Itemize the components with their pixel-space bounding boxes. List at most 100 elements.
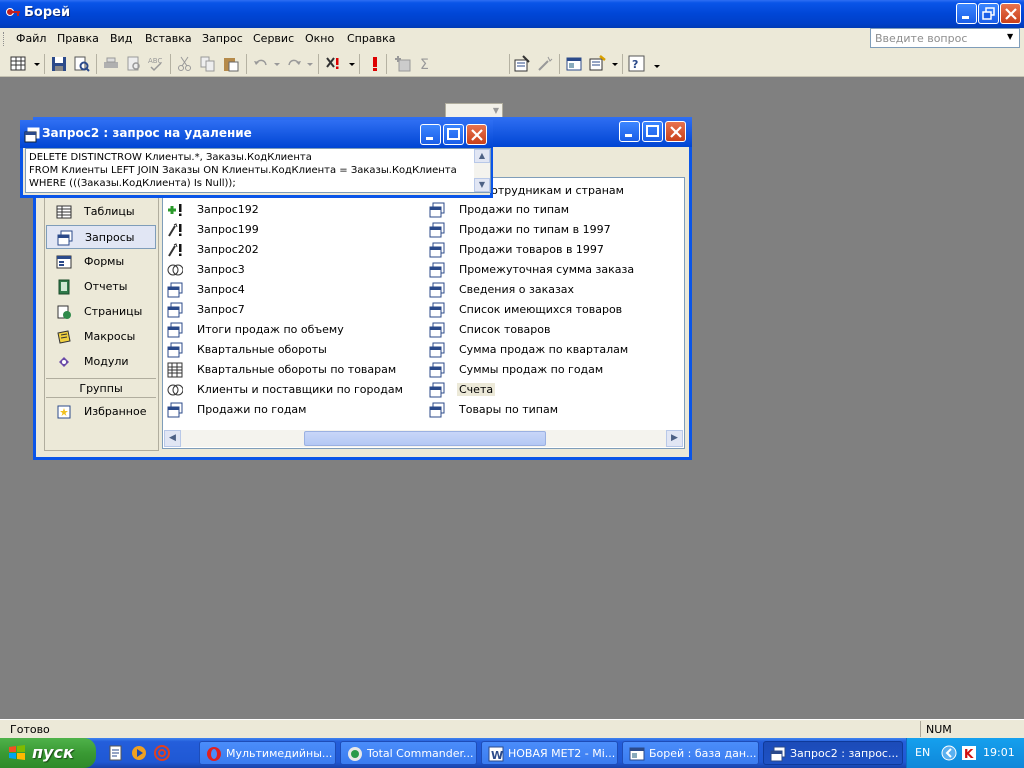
horizontal-scrollbar[interactable]: ◀ ▶ xyxy=(164,430,683,447)
select-query-icon xyxy=(167,402,183,418)
nav-macros[interactable]: Макросы xyxy=(46,325,156,349)
db-close-button[interactable] xyxy=(665,121,686,142)
close-button[interactable] xyxy=(1000,3,1021,24)
query-maximize-button[interactable] xyxy=(443,124,464,145)
toolbar-separator xyxy=(246,54,247,74)
clock[interactable]: 19:01 xyxy=(983,746,1015,759)
minimize-button[interactable] xyxy=(956,3,977,24)
toolbar-separator xyxy=(622,54,623,74)
menu-query[interactable]: Запрос xyxy=(202,32,243,45)
search-file-icon[interactable] xyxy=(73,55,91,73)
close-icon xyxy=(471,129,483,141)
help-icon[interactable]: ? xyxy=(628,55,646,73)
ask-question-placeholder: Введите вопрос xyxy=(875,32,968,45)
windows-flag-icon xyxy=(9,745,25,760)
print-icon[interactable] xyxy=(102,55,120,73)
ask-dropdown-icon[interactable]: ▼ xyxy=(1007,32,1017,44)
query-type-dropdown-icon[interactable] xyxy=(343,55,355,73)
nav-forms[interactable]: Формы xyxy=(46,250,156,274)
print-preview-icon[interactable] xyxy=(125,55,143,73)
undo-dropdown-icon[interactable] xyxy=(268,55,280,73)
menu-view[interactable]: Вид xyxy=(110,32,132,45)
menu-edit[interactable]: Правка xyxy=(57,32,99,45)
task-total-commander[interactable]: Total Commander... xyxy=(340,741,477,765)
task-query[interactable]: Запрос2 : запрос... xyxy=(763,741,903,765)
menu-help[interactable]: Справка xyxy=(347,32,395,45)
app-titlebar[interactable]: Борей xyxy=(0,0,1024,28)
properties-icon[interactable] xyxy=(513,55,531,73)
menu-file[interactable]: Файл xyxy=(16,32,46,45)
kaspersky-icon[interactable]: K xyxy=(961,745,977,761)
sql-editor[interactable]: DELETE DISTINCTROW Клиенты.*, Заказы.Код… xyxy=(25,148,491,193)
query-window: Запрос2 : запрос на удаление DELETE DIST… xyxy=(20,120,493,198)
db-minimize-button[interactable] xyxy=(619,121,640,142)
query-icon xyxy=(57,230,73,246)
sql-vertical-scrollbar[interactable]: ▲ ▼ xyxy=(474,149,490,192)
task-word[interactable]: W НОВАЯ МЕТ2 - Mi... xyxy=(481,741,618,765)
copy-icon[interactable] xyxy=(199,55,217,73)
sql-line: DELETE DISTINCTROW Клиенты.*, Заказы.Код… xyxy=(29,152,312,163)
query-type-icon[interactable] xyxy=(325,55,343,73)
menubar-grip[interactable] xyxy=(3,32,6,46)
scroll-right-icon[interactable]: ▶ xyxy=(666,430,683,447)
query-close-button[interactable] xyxy=(466,124,487,145)
build-icon[interactable] xyxy=(536,55,554,73)
restore-icon xyxy=(982,7,995,20)
show-table-icon[interactable] xyxy=(394,55,412,73)
nav-label: Отчеты xyxy=(84,280,128,293)
table-icon xyxy=(56,205,72,219)
scroll-thumb[interactable] xyxy=(304,431,546,446)
close-icon xyxy=(670,126,682,138)
new-object-dropdown-icon[interactable] xyxy=(606,55,618,73)
db-maximize-button[interactable] xyxy=(642,121,663,142)
query-window-titlebar[interactable]: Запрос2 : запрос на удаление xyxy=(20,120,493,148)
union-query-icon xyxy=(167,384,183,396)
query-minimize-button[interactable] xyxy=(420,124,441,145)
nav-modules[interactable]: Модули xyxy=(46,350,156,374)
notepad-icon[interactable] xyxy=(108,745,124,761)
nav-label: Запросы xyxy=(85,231,135,244)
tray-collapse-icon[interactable] xyxy=(941,745,957,761)
menu-tools[interactable]: Сервис xyxy=(253,32,294,45)
new-object-icon[interactable] xyxy=(588,55,606,73)
nav-pages[interactable]: Страницы xyxy=(46,300,156,324)
mail-at-icon[interactable] xyxy=(154,745,170,761)
sql-line: FROM Клиенты LEFT JOIN Заказы ON Клиенты… xyxy=(29,165,457,176)
toolbar-separator xyxy=(96,54,97,74)
menu-insert[interactable]: Вставка xyxy=(145,32,192,45)
update-query-icon xyxy=(168,243,182,257)
view-dropdown-icon[interactable] xyxy=(28,55,40,73)
spelling-icon[interactable]: ABC xyxy=(147,55,165,73)
scroll-up-icon[interactable]: ▲ xyxy=(474,149,490,163)
groups-header[interactable]: Группы xyxy=(46,378,156,398)
select-query-icon xyxy=(429,242,445,258)
nav-queries[interactable]: Запросы xyxy=(46,225,156,249)
task-database[interactable]: Борей : база дан... xyxy=(622,741,759,765)
scroll-left-icon[interactable]: ◀ xyxy=(164,430,181,447)
language-indicator[interactable]: EN xyxy=(915,746,930,759)
task-multimedia[interactable]: Мультимедийны... xyxy=(199,741,336,765)
ask-question-input[interactable]: Введите вопрос ▼ xyxy=(870,28,1020,48)
cut-icon[interactable] xyxy=(176,55,194,73)
minimize-icon xyxy=(962,16,969,19)
run-icon[interactable] xyxy=(366,55,384,73)
nav-favorites[interactable]: Избранное xyxy=(46,400,156,424)
nav-tables[interactable]: Таблицы xyxy=(46,200,156,224)
maximize-icon xyxy=(646,125,659,137)
media-player-icon[interactable] xyxy=(131,745,147,761)
paste-icon[interactable] xyxy=(222,55,240,73)
restore-button[interactable] xyxy=(978,3,999,24)
nav-label: Таблицы xyxy=(84,205,135,218)
datasheet-view-icon[interactable] xyxy=(10,55,28,73)
totals-icon[interactable]: Σ xyxy=(417,55,435,73)
save-icon[interactable] xyxy=(50,55,68,73)
toolbar-options-icon[interactable] xyxy=(648,55,660,73)
database-window-icon[interactable] xyxy=(565,55,583,73)
nav-reports[interactable]: Отчеты xyxy=(46,275,156,299)
total-commander-icon xyxy=(348,747,362,761)
menu-window[interactable]: Окно xyxy=(305,32,334,45)
close-icon xyxy=(1005,8,1017,20)
redo-dropdown-icon[interactable] xyxy=(301,55,313,73)
scroll-down-icon[interactable]: ▼ xyxy=(474,178,490,192)
start-button[interactable]: пуск xyxy=(0,738,96,768)
